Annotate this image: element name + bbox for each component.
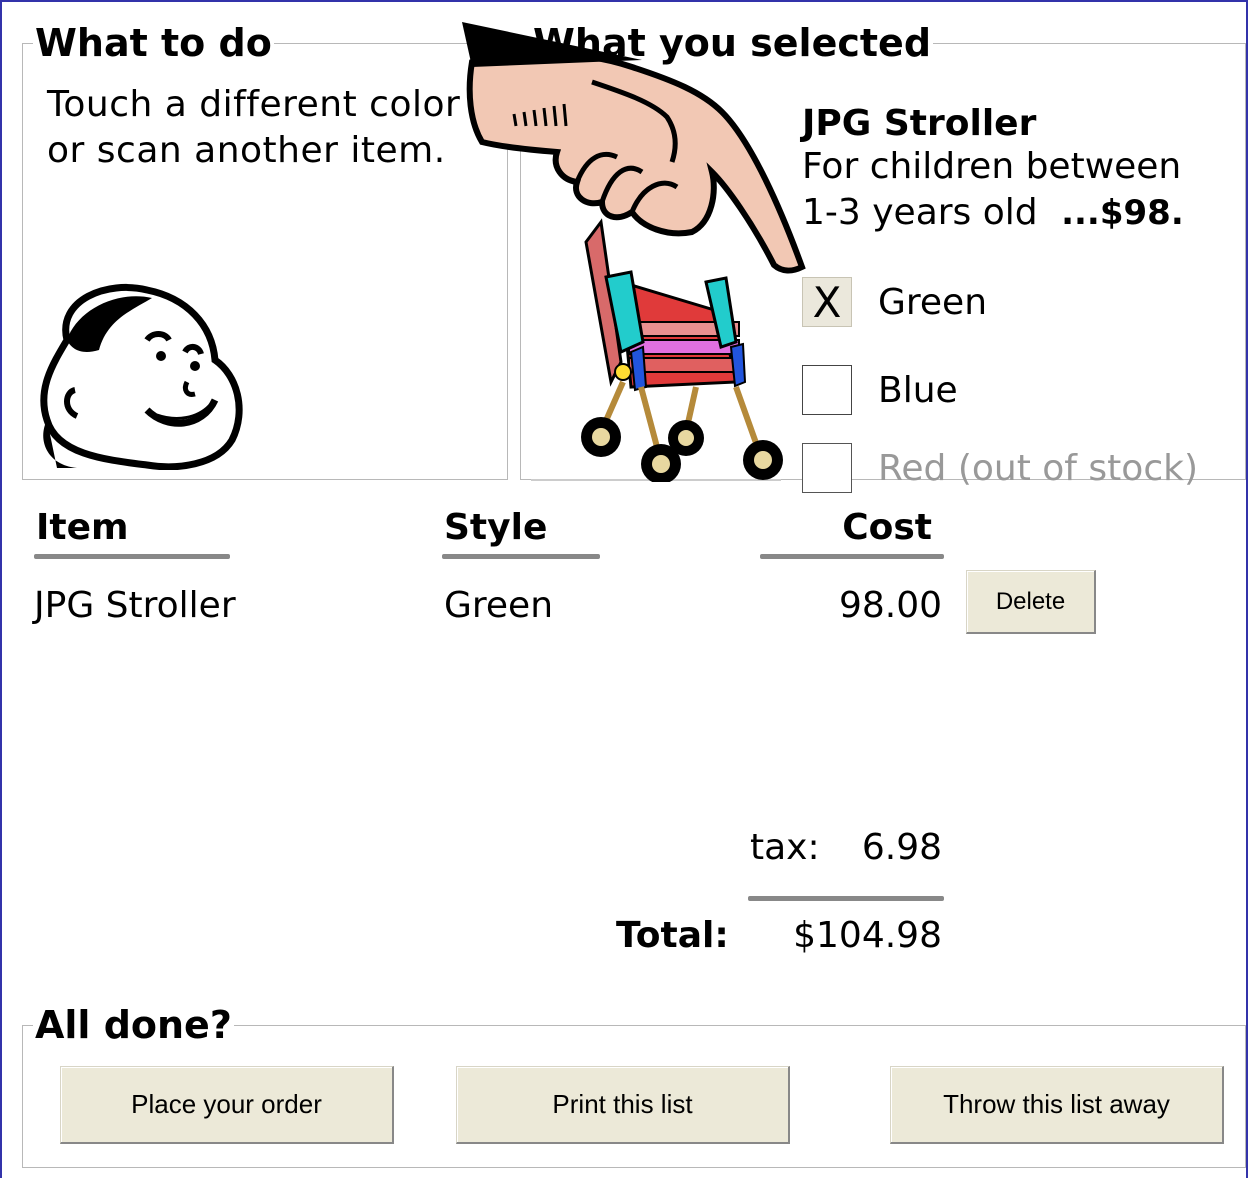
instructions-legend: What to do	[35, 21, 272, 65]
checkbox-red	[802, 443, 852, 493]
checkbox-green[interactable]: X	[802, 277, 852, 327]
pointing-hand-icon	[462, 22, 806, 274]
column-header-cost: Cost	[842, 507, 932, 548]
product-description: For children between 1-3 years old ...$9…	[802, 144, 1232, 236]
color-option-red-label: Red (out of stock)	[878, 447, 1199, 489]
color-option-green-label: Green	[878, 281, 988, 323]
product-name: JPG Stroller	[802, 103, 1037, 144]
tax-label: tax:	[750, 827, 820, 868]
print-list-button[interactable]: Print this list	[456, 1066, 790, 1144]
checkbox-blue[interactable]	[802, 365, 852, 415]
product-price: ...$98.	[1061, 193, 1184, 233]
instructions-line-2: or scan another item.	[47, 130, 446, 171]
color-option-blue-label: Blue	[878, 369, 958, 411]
instructions-panel: What to do Touch a different color or sc…	[22, 24, 508, 480]
column-rule-item	[34, 554, 230, 559]
total-label: Total:	[616, 915, 729, 956]
product-desc-line-1: For children between	[802, 146, 1182, 187]
column-rule-style	[442, 554, 600, 559]
throw-list-away-button[interactable]: Throw this list away	[890, 1066, 1224, 1144]
product-desc-line-2: 1-3 years old ...$98.	[802, 190, 1232, 236]
delete-button[interactable]: Delete	[966, 570, 1096, 634]
color-option-green[interactable]: X Green	[802, 276, 987, 328]
instructions-text: Touch a different color or scan another …	[47, 82, 460, 174]
color-option-blue[interactable]: Blue	[802, 364, 958, 416]
instructions-line-1: Touch a different color	[47, 84, 461, 125]
total-value: $104.98	[793, 915, 942, 956]
row-style: Green	[444, 585, 554, 626]
column-header-item: Item	[36, 507, 129, 548]
row-cost: 98.00	[838, 585, 942, 626]
column-rule-cost	[760, 554, 944, 559]
tax-value: 6.98	[861, 827, 942, 868]
product-age-range: 1-3 years old	[802, 192, 1038, 233]
all-done-legend: All done?	[35, 1003, 232, 1047]
place-order-button[interactable]: Place your order	[60, 1066, 394, 1144]
row-item-name: JPG Stroller	[34, 585, 236, 626]
check-mark-icon: X	[812, 277, 842, 327]
smiling-man-illustration	[40, 283, 243, 470]
total-rule	[748, 896, 944, 901]
column-header-style: Style	[444, 507, 548, 548]
color-option-red: Red (out of stock)	[802, 442, 1198, 494]
